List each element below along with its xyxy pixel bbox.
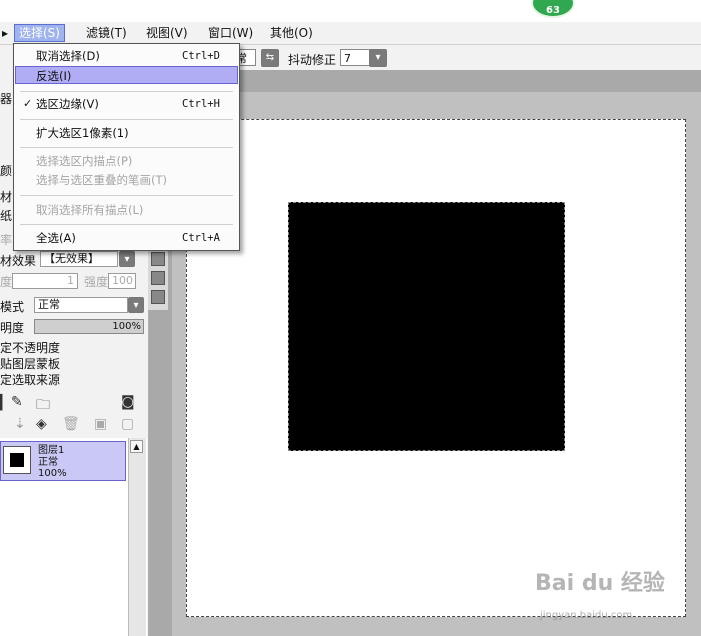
- scroll-up-icon[interactable]: ▲: [130, 440, 143, 453]
- chevron-down-icon[interactable]: ▾: [369, 49, 387, 67]
- layer-scrollbar[interactable]: [128, 438, 146, 636]
- menu-item-deselect-all-anchors[interactable]: 取消选择所有描点(L): [15, 201, 238, 219]
- option-lock-opacity[interactable]: 定不透明度: [0, 339, 60, 356]
- menu-item-label: 全选(A): [36, 231, 76, 245]
- menu-separator: [20, 91, 233, 92]
- menu-view[interactable]: 视图(V): [142, 25, 192, 41]
- menu-item-label: 反选(I): [36, 69, 72, 83]
- layer-name: 图层1: [38, 445, 65, 456]
- check-icon: ✓: [23, 97, 33, 110]
- stabilizer-value[interactable]: 7: [340, 49, 370, 66]
- degree-field[interactable]: 1: [12, 273, 78, 289]
- panel-fragment-zhi: 纸: [0, 209, 13, 223]
- top-strip: [0, 0, 701, 22]
- menu-item-inverse[interactable]: 反选(I): [15, 66, 238, 84]
- menu-select[interactable]: 选择(S): [14, 24, 65, 42]
- menu-item-label: 取消选择所有描点(L): [36, 203, 144, 217]
- panel-fragment-cai: 材: [0, 190, 13, 204]
- clear-layer-icon[interactable]: ◈: [36, 416, 47, 432]
- menu-item-select-all[interactable]: 全选(A) Ctrl+A: [15, 229, 238, 247]
- menu-item-shortcut: Ctrl+A: [182, 232, 220, 244]
- panel-fragment-e: 颜: [0, 164, 13, 178]
- degree-label: 度: [0, 275, 13, 289]
- swap-icon[interactable]: ⇆: [261, 49, 279, 67]
- panel-fragment-qi: 器: [0, 92, 13, 106]
- mask-icon[interactable]: ◙: [121, 394, 135, 410]
- option-selection-source[interactable]: 定选取来源: [0, 371, 60, 388]
- menu-item-label: 选择与选区重叠的笔画(T): [36, 173, 167, 187]
- new-vector-layer-icon[interactable]: ✎: [11, 394, 23, 410]
- menu-separator: [20, 119, 233, 120]
- strength-label: 强度: [84, 275, 109, 289]
- stabilizer-label: 抖动修正: [288, 53, 337, 67]
- lock-icon[interactable]: ▢: [121, 416, 134, 432]
- watermark-url: jingyan.baidu.com: [540, 610, 633, 621]
- layer-thumbnail: [3, 446, 31, 474]
- panel-fragment-lv: 率: [0, 233, 13, 247]
- select-dropdown-menu: 取消选择(D) Ctrl+D 反选(I) ✓ 选区边缘(V) Ctrl+H 扩大…: [13, 43, 240, 251]
- texture-select[interactable]: 【无效果】: [40, 251, 118, 267]
- texture-label: 材效果: [0, 254, 37, 268]
- trash-icon[interactable]: 🗑: [62, 416, 80, 432]
- new-layer-icon[interactable]: ▌: [0, 395, 8, 411]
- menu-item-label: 选择选区内描点(P): [36, 154, 133, 168]
- blend-mode-label: 模式: [0, 300, 25, 314]
- menu-separator: [20, 224, 233, 225]
- menu-item-stub[interactable]: ▸: [0, 25, 12, 41]
- side-button[interactable]: [151, 252, 165, 266]
- menu-item-shortcut: Ctrl+H: [182, 98, 220, 110]
- menu-item-shortcut: Ctrl+D: [182, 50, 220, 62]
- layer-extra-icon[interactable]: ▣: [94, 416, 107, 432]
- opacity-slider[interactable]: 100%: [34, 319, 144, 334]
- opacity-label: 明度: [0, 321, 25, 335]
- menu-separator: [20, 147, 233, 148]
- strength-field[interactable]: 100: [108, 273, 136, 289]
- selected-black-square[interactable]: [288, 202, 565, 451]
- chevron-down-icon[interactable]: ▾: [119, 251, 135, 267]
- menu-window[interactable]: 窗口(W): [204, 25, 257, 41]
- layer-opacity: 100%: [38, 468, 67, 479]
- menu-item-deselect[interactable]: 取消选择(D) Ctrl+D: [15, 47, 238, 65]
- menu-item-label: 扩大选区1像素(1): [36, 126, 129, 140]
- menu-bar: ▸ 选择(S) 滤镜(T) 视图(V) 窗口(W) 其他(O): [0, 22, 701, 45]
- menu-item-select-overlapping-strokes[interactable]: 选择与选区重叠的笔画(T): [15, 171, 238, 189]
- menu-item-label: 选区边缘(V): [36, 97, 99, 111]
- layer-mode: 正常: [38, 457, 58, 468]
- side-button[interactable]: [151, 271, 165, 285]
- side-button[interactable]: [151, 290, 165, 304]
- merge-down-icon[interactable]: ⇣: [14, 416, 26, 432]
- menu-filter[interactable]: 滤镜(T): [82, 25, 131, 41]
- menu-item-selection-edge[interactable]: ✓ 选区边缘(V) Ctrl+H: [15, 95, 238, 113]
- blend-mode-select[interactable]: 正常: [34, 297, 128, 313]
- menu-other[interactable]: 其他(O): [266, 25, 317, 41]
- menu-item-select-anchor-points[interactable]: 选择选区内描点(P): [15, 152, 238, 170]
- folder-icon[interactable]: 🗀: [36, 394, 50, 418]
- menu-item-expand-selection[interactable]: 扩大选区1像素(1): [15, 124, 238, 142]
- menu-item-label: 取消选择(D): [36, 49, 100, 63]
- menu-separator: [20, 195, 233, 196]
- chevron-down-icon[interactable]: ▾: [128, 297, 144, 313]
- option-clipping-mask[interactable]: 贴图层蒙板: [0, 355, 60, 372]
